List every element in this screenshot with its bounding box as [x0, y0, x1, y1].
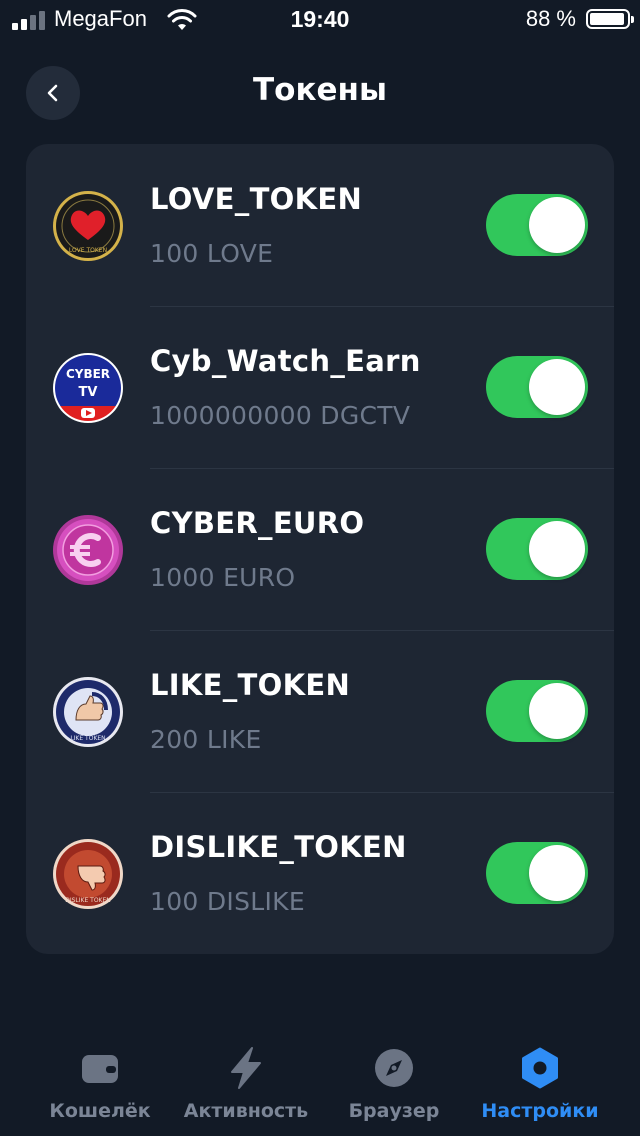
- token-balance: 1000000000 DGCTV: [150, 401, 411, 430]
- status-bar: MegaFon 19:40 88 %: [0, 0, 640, 40]
- like-token-icon-text: LIKE TOKEN: [70, 735, 105, 742]
- token-visibility-toggle[interactable]: [486, 194, 588, 256]
- token-name: LOVE_TOKEN: [150, 182, 363, 216]
- token-visibility-toggle[interactable]: [486, 518, 588, 580]
- token-row: CYBER TV Cyb_Watch_Earn 1000000000 DGCTV: [26, 306, 614, 468]
- tab-wallet[interactable]: Кошелёк: [20, 1040, 180, 1122]
- token-name: DISLIKE_TOKEN: [150, 830, 407, 864]
- wallet-icon: [82, 1055, 118, 1083]
- token-row: DISLIKE TOKEN DISLIKE_TOKEN 100 DISLIKE: [26, 792, 614, 954]
- token-balance: 1000 EURO: [150, 563, 296, 592]
- token-list: LOVE TOKEN LOVE_TOKEN 100 LOVE CYBER TV …: [26, 144, 614, 954]
- like-token-icon: LIKE TOKEN: [53, 677, 123, 747]
- tab-label: Кошелёк: [49, 1100, 151, 1122]
- tab-bar: Кошелёк Активность Браузер Настройки: [0, 1040, 640, 1136]
- token-name: Cyb_Watch_Earn: [150, 344, 421, 378]
- battery-icon: [586, 9, 634, 29]
- love-token-icon: LOVE TOKEN: [53, 191, 123, 261]
- cyber-tv-icon: CYBER TV: [53, 353, 123, 423]
- tab-activity[interactable]: Активность: [166, 1040, 326, 1122]
- toggle-knob: [529, 521, 585, 577]
- cyber-tv-icon-line1: CYBER: [66, 367, 110, 381]
- tab-settings[interactable]: Настройки: [460, 1040, 620, 1122]
- toggle-knob: [529, 197, 585, 253]
- lightning-icon: [231, 1047, 261, 1089]
- dislike-token-icon: DISLIKE TOKEN: [53, 839, 123, 909]
- cyber-tv-icon-line2: TV: [79, 385, 98, 400]
- dislike-token-icon-text: DISLIKE TOKEN: [65, 897, 111, 904]
- tab-label: Настройки: [481, 1100, 599, 1122]
- token-balance: 100 LOVE: [150, 239, 274, 268]
- page-title: Токены: [253, 72, 387, 108]
- gear-hexagon-icon: [522, 1047, 558, 1089]
- compass-icon: [375, 1049, 413, 1087]
- love-token-icon-text: LOVE TOKEN: [69, 247, 107, 254]
- token-visibility-toggle[interactable]: [486, 842, 588, 904]
- toggle-knob: [529, 359, 585, 415]
- token-row: LOVE TOKEN LOVE_TOKEN 100 LOVE: [26, 144, 614, 306]
- tab-label: Браузер: [348, 1100, 440, 1122]
- toggle-knob: [529, 683, 585, 739]
- tab-browser[interactable]: Браузер: [314, 1040, 474, 1122]
- token-name: LIKE_TOKEN: [150, 668, 351, 702]
- token-balance: 200 LIKE: [150, 725, 262, 754]
- cyber-euro-icon: [53, 515, 123, 585]
- token-row: LIKE TOKEN LIKE_TOKEN 200 LIKE: [26, 630, 614, 792]
- token-visibility-toggle[interactable]: [486, 680, 588, 742]
- toggle-knob: [529, 845, 585, 901]
- battery-percentage: 88 %: [525, 6, 576, 31]
- tab-label: Активность: [183, 1100, 309, 1122]
- token-balance: 100 DISLIKE: [150, 887, 305, 916]
- token-visibility-toggle[interactable]: [486, 356, 588, 418]
- token-name: CYBER_EURO: [150, 506, 365, 540]
- token-row: CYBER_EURO 1000 EURO: [26, 468, 614, 630]
